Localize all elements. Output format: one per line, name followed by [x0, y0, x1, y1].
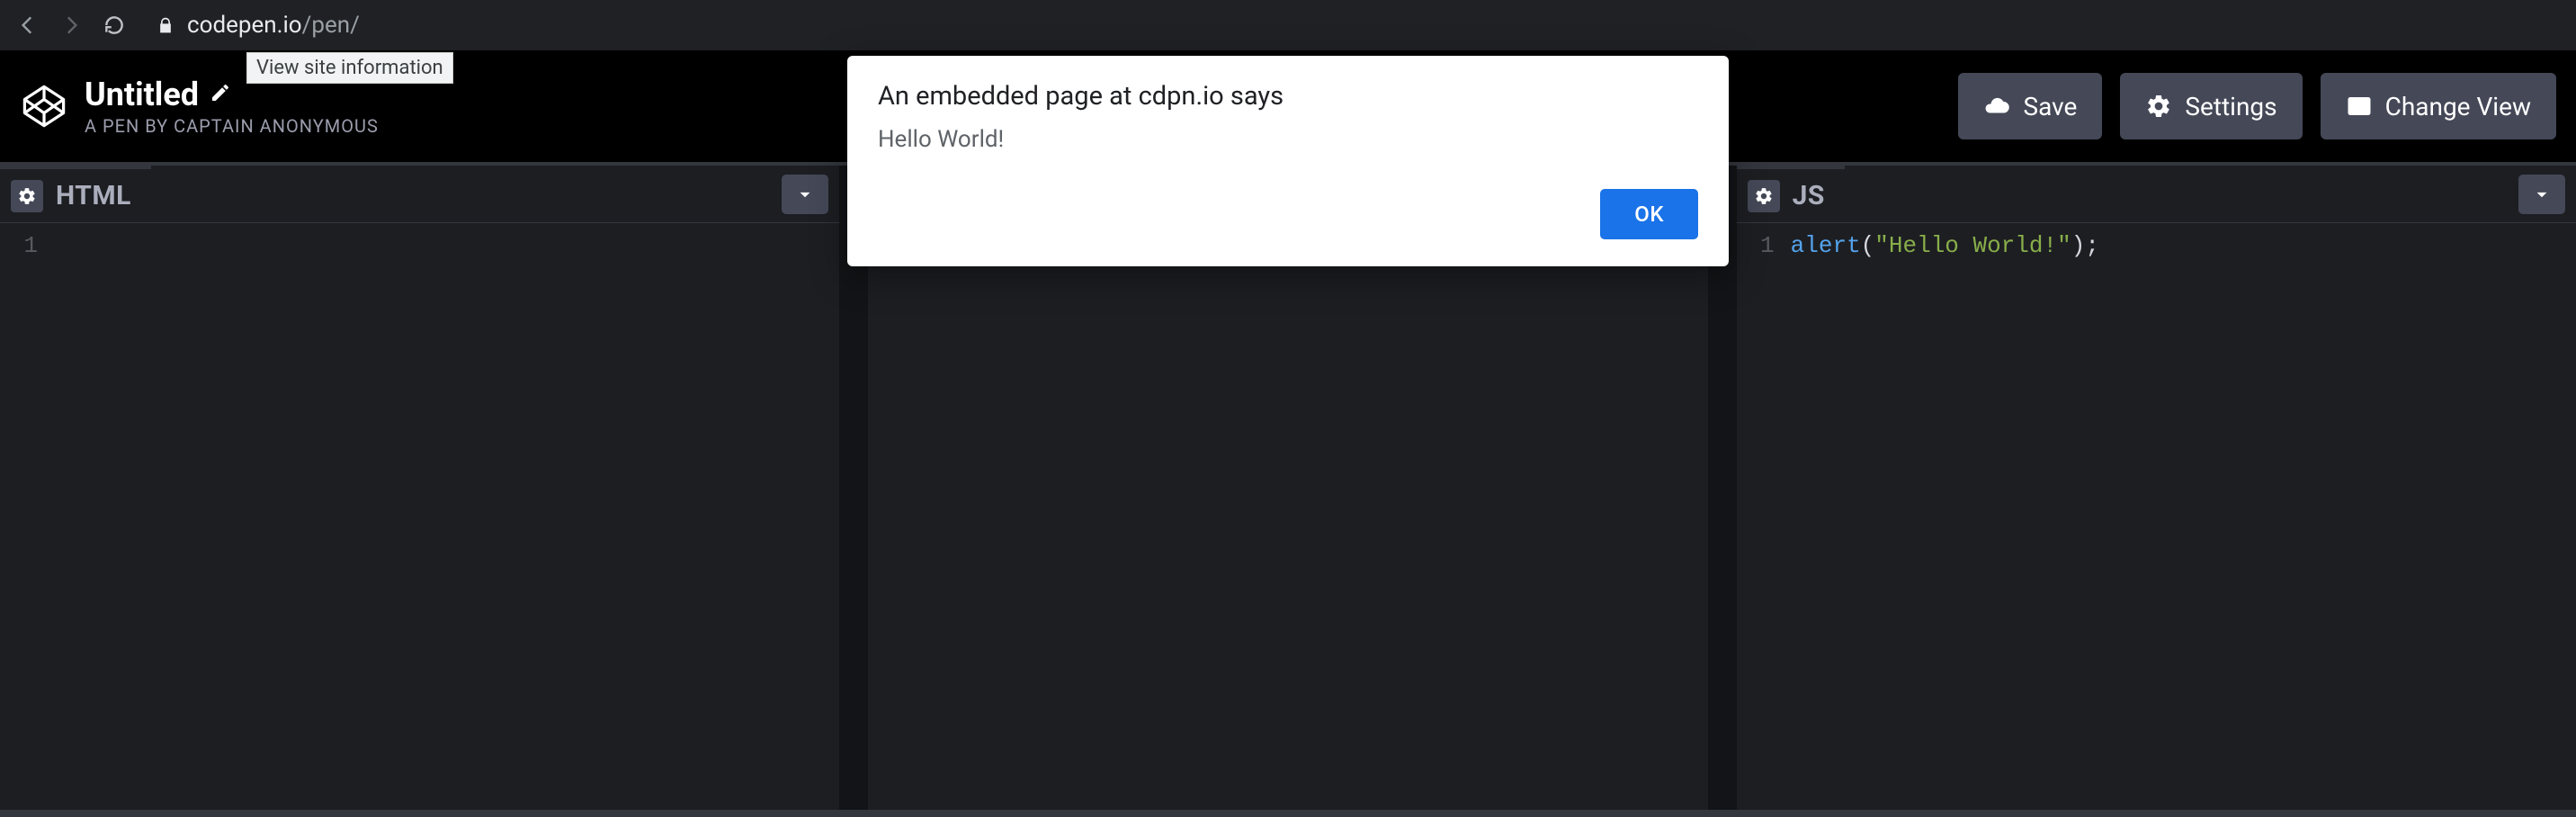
save-button-label: Save: [2023, 92, 2077, 121]
site-info-tooltip: View site information: [246, 52, 453, 84]
pen-title[interactable]: Untitled: [85, 76, 199, 113]
panel-header: JS: [1737, 166, 2576, 223]
forward-button[interactable]: [58, 12, 85, 39]
alert-title: An embedded page at cdpn.io says: [878, 81, 1698, 112]
code-editor[interactable]: 1: [0, 223, 839, 810]
code-content[interactable]: [54, 232, 839, 810]
alert-ok-button[interactable]: OK: [1600, 189, 1698, 239]
browser-toolbar: codepen.io/pen/ View site information: [0, 0, 2576, 50]
url-path: /pen/: [302, 12, 360, 39]
js-alert-dialog: An embedded page at cdpn.io says Hello W…: [847, 56, 1729, 266]
edit-title-icon[interactable]: [210, 82, 231, 107]
lock-icon[interactable]: [157, 16, 174, 34]
alert-message: Hello World!: [878, 126, 1698, 153]
codepen-logo-icon[interactable]: [20, 82, 68, 130]
pen-subtitle: A PEN BY CAPTAIN ANONYMOUS: [85, 115, 379, 137]
panel-label: HTML: [56, 180, 131, 211]
editor-panel: JS1alert("Hello World!");: [1737, 166, 2576, 810]
settings-button[interactable]: Settings: [2120, 73, 2302, 139]
change-view-button-label: Change View: [2385, 92, 2531, 121]
line-number-gutter: 1: [868, 232, 922, 810]
code-editor[interactable]: 1alert("Hello World!");: [1737, 223, 2576, 810]
panel-tab[interactable]: HTML: [0, 166, 151, 222]
panel-header: HTML: [0, 166, 839, 223]
code-content[interactable]: [922, 232, 1707, 810]
code-content[interactable]: alert("Hello World!");: [1791, 232, 2576, 810]
change-view-button[interactable]: Change View: [2321, 73, 2556, 139]
gear-icon: [2145, 93, 2172, 120]
resize-rail[interactable]: [0, 810, 2576, 817]
address-bar[interactable]: codepen.io/pen/: [157, 12, 360, 39]
settings-button-label: Settings: [2185, 92, 2276, 121]
panel-options-chevron-down-icon[interactable]: [2518, 175, 2565, 214]
code-editor[interactable]: 1: [868, 223, 1707, 810]
line-number-gutter: 1: [1737, 232, 1791, 810]
panel-label: JS: [1793, 180, 1825, 211]
panel-settings-gear-icon[interactable]: [1748, 180, 1780, 212]
panel-settings-gear-icon[interactable]: [11, 180, 43, 212]
cloud-icon: [1983, 93, 2010, 120]
panel-tab[interactable]: JS: [1737, 166, 1845, 222]
url-host: codepen.io: [187, 12, 302, 39]
reload-button[interactable]: [101, 12, 128, 39]
back-button[interactable]: [14, 12, 41, 39]
editor-panel: HTML1: [0, 166, 839, 810]
line-number-gutter: 1: [0, 232, 54, 810]
save-button[interactable]: Save: [1958, 73, 2102, 139]
layout-icon: [2346, 93, 2373, 120]
panel-options-chevron-down-icon[interactable]: [782, 175, 828, 214]
